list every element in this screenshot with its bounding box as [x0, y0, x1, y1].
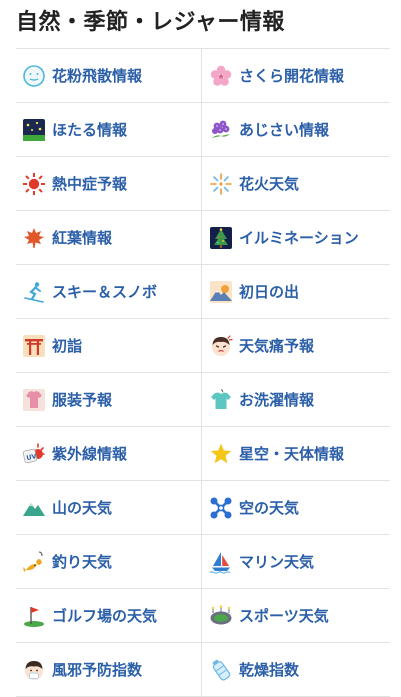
page-title: 自然・季節・レジャー情報 — [16, 10, 285, 35]
bottle-icon — [209, 658, 233, 682]
grid-row: 紅葉情報 イルミネーション — [16, 211, 390, 265]
link-sky-weather[interactable]: 空の天気 — [202, 481, 388, 534]
link-weather-pain[interactable]: 天気痛予報 — [202, 319, 388, 372]
grid-row: 風邪予防指数 乾燥指数 — [16, 643, 390, 697]
skier-icon — [22, 280, 46, 304]
uv-icon: UV — [22, 442, 46, 466]
link-label: マリン天気 — [239, 553, 315, 571]
grid-row: 熱中症予報 花火天気 — [16, 157, 390, 211]
sakura-icon — [209, 64, 233, 88]
grid-row: ほたる情報 あじさい情報 — [16, 103, 390, 157]
link-sports[interactable]: スポーツ天気 — [202, 589, 388, 642]
link-golf[interactable]: ゴルフ場の天気 — [16, 589, 202, 642]
link-label: 初詣 — [52, 337, 83, 355]
link-uv[interactable]: UV 紫外線情報 — [16, 427, 202, 480]
link-label: 空の天気 — [239, 499, 300, 517]
link-heatstroke[interactable]: 熱中症予報 — [16, 157, 202, 210]
link-clothing[interactable]: 服装予報 — [16, 373, 202, 426]
link-laundry[interactable]: お洗濯情報 — [202, 373, 388, 426]
headache-face-icon — [209, 334, 233, 358]
fish-icon — [22, 550, 46, 574]
link-label: 初日の出 — [239, 283, 300, 301]
link-dryness[interactable]: 乾燥指数 — [202, 643, 388, 696]
link-fireworks[interactable]: 花火天気 — [202, 157, 388, 210]
sun-heat-icon — [22, 172, 46, 196]
link-label: 乾燥指数 — [239, 661, 300, 679]
link-first-sunrise[interactable]: 初日の出 — [202, 265, 388, 318]
link-label: 熱中症予報 — [52, 175, 128, 193]
cold-face-icon — [22, 658, 46, 682]
illumination-tree-icon — [209, 226, 233, 250]
link-mountain-weather[interactable]: 山の天気 — [16, 481, 202, 534]
fireworks-icon — [209, 172, 233, 196]
info-link-grid: 花粉飛散情報 さくら開花情報 ほたる情報 あじさい情報 熱中症予報 花火天気 紅… — [16, 48, 390, 697]
link-label: 花粉飛散情報 — [52, 67, 143, 85]
link-label: イルミネーション — [239, 229, 359, 247]
link-hydrangea[interactable]: あじさい情報 — [202, 103, 388, 156]
link-autumn-leaves[interactable]: 紅葉情報 — [16, 211, 202, 264]
grid-row: 山の天気 空の天気 — [16, 481, 390, 535]
link-ski[interactable]: スキー＆スノボ — [16, 265, 202, 318]
link-label: 花火天気 — [239, 175, 300, 193]
grid-row: スキー＆スノボ 初日の出 — [16, 265, 390, 319]
link-label: ゴルフ場の天気 — [52, 607, 158, 625]
link-label: 紅葉情報 — [52, 229, 113, 247]
link-label: 釣り天気 — [52, 553, 113, 571]
link-hatsumode[interactable]: 初詣 — [16, 319, 202, 372]
link-starry-sky[interactable]: 星空・天体情報 — [202, 427, 388, 480]
link-fishing[interactable]: 釣り天気 — [16, 535, 202, 588]
link-label: 山の天気 — [52, 499, 113, 517]
link-label: ほたる情報 — [52, 121, 128, 139]
grid-row: 初詣 天気痛予報 — [16, 319, 390, 373]
link-label: スキー＆スノボ — [52, 283, 158, 301]
torii-icon — [22, 334, 46, 358]
grid-row: 服装予報 お洗濯情報 — [16, 373, 390, 427]
sunrise-icon — [209, 280, 233, 304]
link-cold-prevention[interactable]: 風邪予防指数 — [16, 643, 202, 696]
link-label: さくら開花情報 — [239, 67, 345, 85]
firefly-icon — [22, 118, 46, 142]
grid-row: 釣り天気 マリン天気 — [16, 535, 390, 589]
grid-row: UV 紫外線情報 星空・天体情報 — [16, 427, 390, 481]
link-firefly[interactable]: ほたる情報 — [16, 103, 202, 156]
mountain-icon — [22, 496, 46, 520]
airplane-icon — [209, 496, 233, 520]
link-pollen[interactable]: 花粉飛散情報 — [16, 49, 202, 102]
laundry-shirt-icon — [209, 388, 233, 412]
link-label: 風邪予防指数 — [52, 661, 143, 679]
link-illumination[interactable]: イルミネーション — [202, 211, 388, 264]
link-label: あじさい情報 — [239, 121, 330, 139]
link-label: 星空・天体情報 — [239, 445, 345, 463]
link-label: お洗濯情報 — [239, 391, 315, 409]
link-marine[interactable]: マリン天気 — [202, 535, 388, 588]
clothing-icon — [22, 388, 46, 412]
link-label: 天気痛予報 — [239, 337, 315, 355]
maple-leaf-icon — [22, 226, 46, 250]
star-icon — [209, 442, 233, 466]
sailboat-icon — [209, 550, 233, 574]
hydrangea-icon — [209, 118, 233, 142]
grid-row: ゴルフ場の天気 スポーツ天気 — [16, 589, 390, 643]
golf-flag-icon — [22, 604, 46, 628]
pollen-face-icon — [22, 64, 46, 88]
stadium-icon — [209, 604, 233, 628]
link-sakura[interactable]: さくら開花情報 — [202, 49, 388, 102]
link-label: 紫外線情報 — [52, 445, 128, 463]
link-label: スポーツ天気 — [239, 607, 329, 625]
link-label: 服装予報 — [52, 391, 113, 409]
grid-row: 花粉飛散情報 さくら開花情報 — [16, 49, 390, 103]
